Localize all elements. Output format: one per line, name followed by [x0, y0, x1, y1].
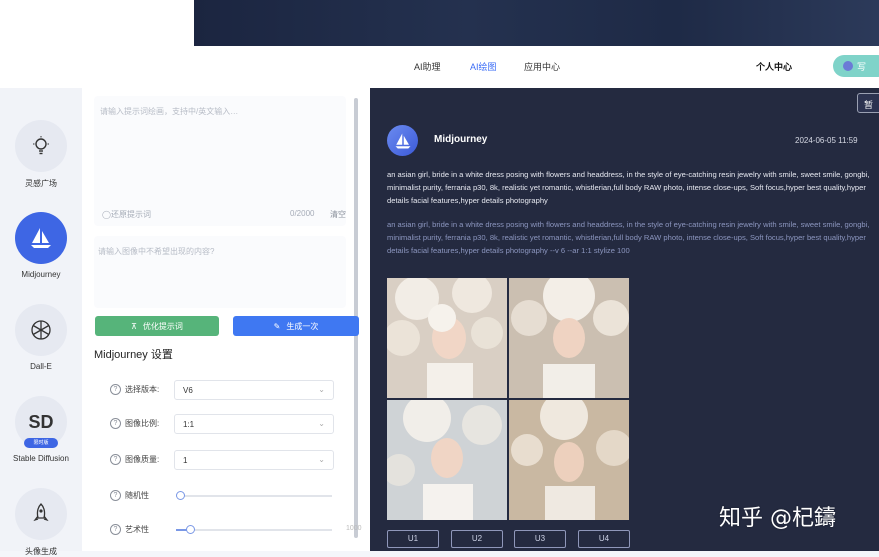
top-banner: [194, 0, 879, 46]
help-icon[interactable]: ?: [110, 454, 121, 465]
upscale-button-u4[interactable]: U4: [578, 530, 630, 548]
help-icon[interactable]: ?: [110, 524, 121, 535]
chaos-slider-track[interactable]: [176, 495, 332, 497]
midjourney-logo-icon: [387, 125, 418, 156]
quality-select[interactable]: 1 ⌄: [174, 450, 334, 470]
setting-row-ratio: ? 图像比例: 1:1 ⌄: [110, 414, 338, 436]
sidebar-item-inspiration[interactable]: 灵感广场: [0, 120, 82, 189]
sidebar-item-midjourney[interactable]: Midjourney: [0, 212, 82, 279]
setting-label: 随机性: [125, 491, 149, 500]
magic-icon: ⊼: [131, 321, 137, 331]
upscale-button-u1[interactable]: U1: [387, 530, 439, 548]
pill-label: 写: [857, 61, 867, 72]
setting-row-quality: ? 图像质量: 1 ⌄: [110, 450, 338, 472]
sailboat-icon: [15, 212, 67, 264]
image-grid: [387, 278, 630, 521]
upscale-button-u2[interactable]: U2: [451, 530, 503, 548]
settings-panel: 请输入提示词绘画，支持中/英文输入… ◯还原提示词 0/2000 清空 请输入图…: [82, 88, 370, 551]
setting-label: 图像比例:: [125, 419, 160, 428]
nav-ai-drawing[interactable]: AI绘图: [470, 60, 497, 73]
help-icon[interactable]: ?: [110, 490, 121, 501]
setting-row-chaos: ? 随机性: [110, 486, 338, 508]
limited-badge: 限时版: [24, 438, 58, 448]
prompt-text: an asian girl, bride in a white dress po…: [387, 170, 870, 205]
chaos-slider-knob[interactable]: [176, 491, 185, 500]
corner-button[interactable]: 暂: [857, 93, 879, 113]
clear-button[interactable]: 清空: [330, 209, 346, 220]
rocket-icon: [15, 488, 67, 540]
chevron-down-icon: ⌄: [318, 419, 325, 428]
sidebar: 灵感广场 Midjourney Dall-E SD 限时版 Stable Dif…: [0, 88, 82, 556]
setting-row-stylize: ? 艺术性 1000: [110, 520, 362, 542]
generate-button[interactable]: ✎ 生成一次: [233, 316, 359, 336]
settings-title: Midjourney 设置: [94, 349, 173, 361]
user-center-link[interactable]: 个人中心: [756, 60, 792, 73]
ratio-select[interactable]: 1:1 ⌄: [174, 414, 334, 434]
stylize-max-label: 1000: [346, 525, 362, 532]
stylize-slider-knob[interactable]: [186, 525, 195, 534]
setting-label: 艺术性: [125, 525, 149, 534]
negative-prompt-textarea[interactable]: 请输入图像中不希望出现的内容?: [94, 236, 346, 308]
top-left-blank: [0, 0, 194, 46]
write-pill-button[interactable]: 写: [833, 55, 879, 77]
timestamp: 2024-06-05 11:59: [795, 136, 858, 145]
upscale-button-u3[interactable]: U3: [514, 530, 566, 548]
sidebar-item-label: Stable Diffusion: [13, 454, 69, 463]
sidebar-item-label: Dall-E: [30, 362, 52, 371]
sidebar-item-label: Midjourney: [21, 270, 61, 279]
openai-icon: [15, 304, 67, 356]
chevron-down-icon: ⌄: [318, 385, 325, 394]
avatar-icon: [843, 61, 853, 71]
setting-label: 图像质量:: [125, 455, 160, 464]
sidebar-item-stable-diffusion[interactable]: SD 限时版 Stable Diffusion: [0, 396, 82, 463]
generated-image-2[interactable]: [509, 278, 629, 398]
generate-label: 生成一次: [286, 321, 319, 331]
full-prompt-text: an asian girl, bride in a white dress po…: [387, 220, 870, 255]
prompt-placeholder: 请输入提示词绘画，支持中/英文输入…: [100, 107, 239, 116]
lightbulb-icon: [15, 120, 67, 172]
generated-image-1[interactable]: [387, 278, 507, 398]
generated-image-3[interactable]: [387, 400, 507, 520]
nav-app-center[interactable]: 应用中心: [524, 60, 560, 73]
optimize-prompt-button[interactable]: ⊼ 优化提示词: [95, 316, 219, 336]
sidebar-item-label: 头像生成: [25, 547, 57, 556]
restore-prompt-link[interactable]: ◯还原提示词: [102, 209, 151, 220]
sidebar-item-avatar-gen[interactable]: 头像生成: [0, 488, 82, 557]
prompt-textarea[interactable]: 请输入提示词绘画，支持中/英文输入… ◯还原提示词 0/2000 清空: [94, 96, 346, 226]
help-icon[interactable]: ?: [110, 418, 121, 429]
model-name: Midjourney: [434, 134, 488, 145]
stylize-slider-track[interactable]: [176, 529, 332, 531]
negative-prompt-placeholder: 请输入图像中不希望出现的内容?: [98, 247, 215, 256]
chevron-down-icon: ⌄: [318, 455, 325, 464]
sidebar-item-dalle[interactable]: Dall-E: [0, 304, 82, 371]
optimize-label: 优化提示词: [142, 321, 183, 331]
char-count: 0/2000: [290, 209, 315, 218]
help-icon[interactable]: ?: [110, 384, 121, 395]
nav-ai-assistant[interactable]: AI助理: [414, 60, 441, 73]
generated-image-4[interactable]: [509, 400, 629, 520]
brush-icon: ✎: [273, 321, 281, 331]
zhihu-watermark: 知乎 @杞鑄: [719, 506, 836, 531]
setting-label: 选择版本:: [125, 385, 160, 394]
setting-row-version: ? 选择版本: V6 ⌄: [110, 380, 338, 402]
version-select[interactable]: V6 ⌄: [174, 380, 334, 400]
sidebar-item-label: 灵感广场: [25, 179, 57, 188]
